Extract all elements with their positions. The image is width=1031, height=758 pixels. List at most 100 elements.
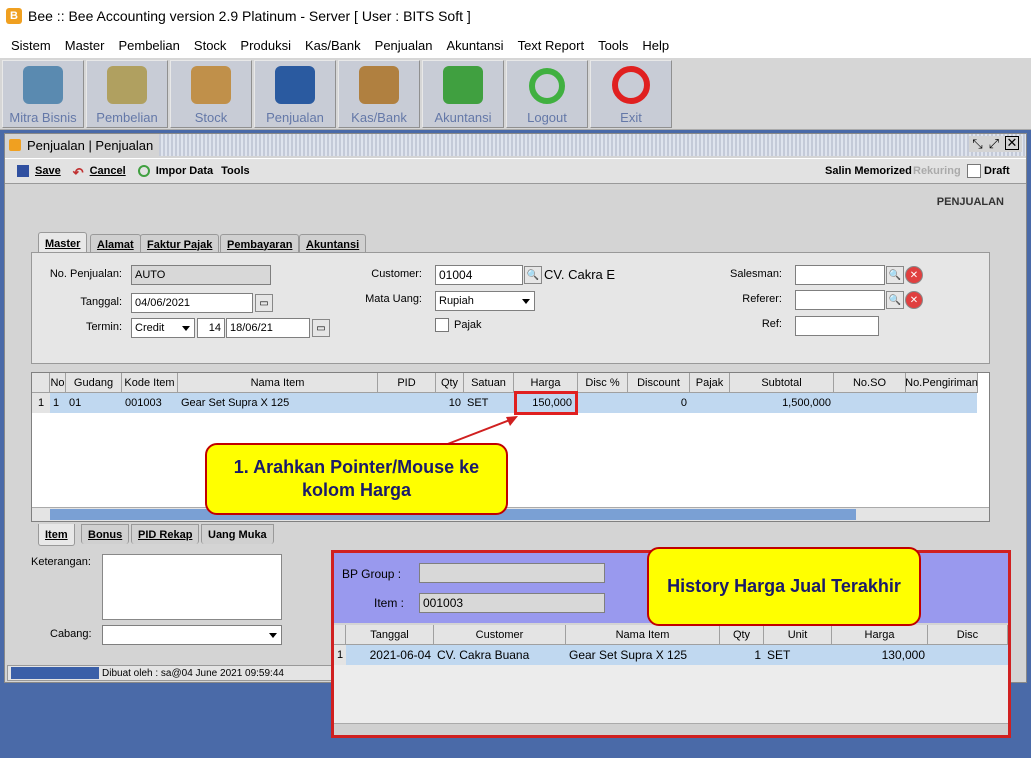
- col-header[interactable]: Qty: [436, 373, 464, 393]
- bp-group-field[interactable]: [419, 563, 605, 583]
- customer-code-field[interactable]: 01004: [435, 265, 523, 285]
- no-penjualan-field[interactable]: AUTO: [131, 265, 271, 285]
- col-header[interactable]: No.Pengiriman: [905, 373, 978, 393]
- col-header[interactable]: Nama Item: [178, 373, 378, 393]
- menu-sistem[interactable]: Sistem: [4, 38, 58, 53]
- subtab-uang-muka[interactable]: Uang Muka: [201, 524, 274, 544]
- menu-master[interactable]: Master: [58, 38, 112, 53]
- toolbar-penjualan-button[interactable]: Penjualan: [254, 60, 336, 128]
- col-header[interactable]: Subtotal: [730, 373, 834, 393]
- horizontal-scrollbar[interactable]: [334, 723, 1008, 735]
- clear-icon[interactable]: ✕: [905, 291, 923, 309]
- col-header[interactable]: Disc %: [578, 373, 628, 393]
- col-header[interactable]: Harga: [832, 625, 928, 645]
- tab-master[interactable]: Master: [38, 232, 88, 254]
- col-header[interactable]: Unit: [764, 625, 832, 645]
- col-header[interactable]: PID: [378, 373, 436, 393]
- referer-field[interactable]: [795, 290, 885, 310]
- tools-label: Tools: [221, 165, 250, 177]
- menu-produksi[interactable]: Produksi: [233, 38, 298, 53]
- salesman-label: Salesman:: [730, 268, 782, 280]
- cabang-dropdown[interactable]: [102, 625, 282, 645]
- col-header[interactable]: No.SO: [834, 373, 906, 393]
- window-title: Penjualan | Penjualan: [27, 137, 154, 153]
- col-header[interactable]: Satuan: [464, 373, 514, 393]
- menu-akuntansi[interactable]: Akuntansi: [439, 38, 510, 53]
- subtab-pid-rekap[interactable]: PID Rekap: [131, 524, 200, 544]
- import-data-button[interactable]: Impor Data: [137, 165, 214, 177]
- tab-alamat[interactable]: Alamat: [90, 234, 141, 254]
- tools-button[interactable]: Tools: [221, 165, 250, 177]
- draft-checkbox[interactable]: Draft: [967, 164, 1010, 178]
- menu-text-report[interactable]: Text Report: [511, 38, 591, 53]
- col-header[interactable]: Harga: [514, 373, 578, 393]
- search-icon[interactable]: 🔍: [886, 291, 904, 309]
- save-icon: [17, 165, 29, 177]
- menu-help[interactable]: Help: [635, 38, 676, 53]
- col-header[interactable]: Disc: [928, 625, 1008, 645]
- col-header[interactable]: Discount: [628, 373, 690, 393]
- app-title: Bee :: Bee Accounting version 2.9 Platin…: [28, 8, 471, 24]
- import-label: Impor Data: [155, 165, 214, 177]
- cell-harga: 130,000: [881, 648, 925, 662]
- pajak-checkbox[interactable]: [435, 318, 449, 332]
- keterangan-textarea[interactable]: [102, 554, 282, 620]
- save-button[interactable]: Save: [17, 165, 61, 177]
- salesman-field[interactable]: [795, 265, 885, 285]
- draft-label: Draft: [984, 165, 1010, 177]
- maximize-icon[interactable]: ⤢: [989, 136, 999, 152]
- subtab-item[interactable]: Item: [38, 524, 75, 546]
- close-icon[interactable]: ✕: [1005, 135, 1019, 150]
- col-header[interactable]: Kode Item: [122, 373, 178, 393]
- menu-tools[interactable]: Tools: [591, 38, 635, 53]
- tanggal-field[interactable]: 04/06/2021: [131, 293, 253, 313]
- toolbar-pembelian-button[interactable]: Pembelian: [86, 60, 168, 128]
- salin-memorized-button[interactable]: Salin Memorized: [825, 165, 912, 177]
- master-panel: No. Penjualan: AUTO Tanggal: 04/06/2021 …: [31, 252, 990, 364]
- col-header[interactable]: Gudang: [66, 373, 122, 393]
- toolbar-akuntansi-button[interactable]: Akuntansi: [422, 60, 504, 128]
- rekuring-button[interactable]: Rekuring: [913, 165, 961, 177]
- menu-pembelian[interactable]: Pembelian: [111, 38, 186, 53]
- col-header[interactable]: Pajak: [690, 373, 730, 393]
- col-header[interactable]: Customer: [434, 625, 566, 645]
- money-bag-icon: [359, 66, 399, 104]
- mata-uang-dropdown[interactable]: Rupiah: [435, 291, 535, 311]
- calendar-icon[interactable]: ▭: [255, 294, 273, 312]
- restore-icon[interactable]: ⤡: [972, 136, 982, 152]
- menu-kas-bank[interactable]: Kas/Bank: [298, 38, 368, 53]
- calendar-icon[interactable]: ▭: [312, 319, 330, 337]
- power-icon: [612, 66, 650, 104]
- toolbar-kas-bank-button[interactable]: Kas/Bank: [338, 60, 420, 128]
- tab-label: Master: [45, 237, 81, 250]
- toolbar-label: Exit: [620, 110, 642, 125]
- undo-icon: ↶: [72, 165, 84, 180]
- termin-days-field[interactable]: 14: [197, 318, 225, 338]
- subtab-bonus[interactable]: Bonus: [81, 524, 130, 544]
- search-icon[interactable]: 🔍: [886, 266, 904, 284]
- horizontal-scrollbar[interactable]: [32, 507, 989, 521]
- toolbar-label: Logout: [527, 110, 567, 125]
- tab-pembayaran[interactable]: Pembayaran: [220, 234, 300, 254]
- cancel-button[interactable]: ↶ Cancel: [72, 165, 126, 180]
- search-icon[interactable]: 🔍: [524, 266, 542, 284]
- item-field[interactable]: 001003: [419, 593, 605, 613]
- tab-label: Alamat: [97, 238, 134, 251]
- menu-stock[interactable]: Stock: [187, 38, 234, 53]
- menu-penjualan[interactable]: Penjualan: [368, 38, 440, 53]
- ref-field[interactable]: [795, 316, 879, 336]
- col-header[interactable]: Qty: [720, 625, 764, 645]
- tab-faktur-pajak[interactable]: Faktur Pajak: [140, 234, 220, 254]
- termin-dropdown[interactable]: Credit: [131, 318, 195, 338]
- toolbar-logout-button[interactable]: Logout: [506, 60, 588, 128]
- termin-date-field[interactable]: 18/06/21: [226, 318, 310, 338]
- table-row[interactable]: 1 2021-06-04 CV. Cakra Buana Gear Set Su…: [334, 645, 1008, 665]
- tab-akuntansi[interactable]: Akuntansi: [299, 234, 367, 254]
- col-header[interactable]: Nama Item: [566, 625, 720, 645]
- toolbar-mitra-bisnis-button[interactable]: Mitra Bisnis: [2, 60, 84, 128]
- col-header[interactable]: Tanggal: [346, 625, 434, 645]
- toolbar-stock-button[interactable]: Stock: [170, 60, 252, 128]
- col-header[interactable]: No: [50, 373, 66, 393]
- toolbar-exit-button[interactable]: Exit: [590, 60, 672, 128]
- clear-icon[interactable]: ✕: [905, 266, 923, 284]
